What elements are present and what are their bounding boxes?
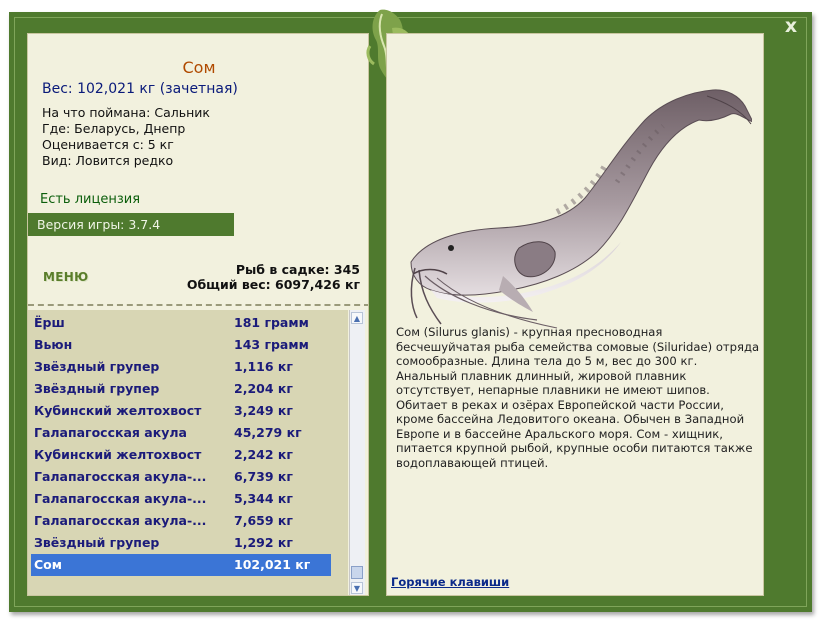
location-info: Где: Беларусь, Днепр bbox=[42, 121, 186, 136]
list-item[interactable]: Кубинский желтохвост 2,242 кг bbox=[31, 444, 331, 466]
menu-button[interactable]: МЕНЮ bbox=[43, 270, 88, 284]
fish-weight-value: 3,249 кг bbox=[234, 403, 293, 418]
fish-description-panel: Сом (Silurus glanis) - крупная пресновод… bbox=[386, 33, 764, 596]
rarity-info: Вид: Ловится редко bbox=[42, 153, 174, 168]
scroll-up-icon[interactable]: ▲ bbox=[351, 312, 363, 324]
list-item[interactable]: Звёздный групер 1,116 кг bbox=[31, 356, 331, 378]
fish-species: Галапагосская акула-... bbox=[34, 491, 207, 506]
value-info: Оценивается с: 5 кг bbox=[42, 137, 174, 152]
fish-species: Кубинский желтохвост bbox=[34, 447, 202, 462]
total-weight: Общий вес: 6097,426 кг bbox=[186, 277, 360, 292]
fish-species: Галапагосская акула-... bbox=[34, 513, 207, 528]
list-item[interactable]: Галапагосская акула-... 6,739 кг bbox=[31, 466, 331, 488]
fish-species: Ёрш bbox=[34, 315, 65, 330]
fish-species: Галапагосская акула-... bbox=[34, 469, 207, 484]
list-item[interactable]: Вьюн 143 грамм bbox=[31, 334, 331, 356]
list-item[interactable]: Галапагосская акула 45,279 кг bbox=[31, 422, 331, 444]
fish-weight-value: 1,116 кг bbox=[234, 359, 293, 374]
fish-species: Сом bbox=[34, 557, 62, 572]
panel-divider bbox=[373, 33, 382, 596]
fish-count: Рыб в садке: 345 bbox=[235, 262, 360, 277]
fish-species: Галапагосская акула bbox=[34, 425, 187, 440]
divider bbox=[28, 304, 368, 306]
fish-weight: Вес: 102,021 кг (зачетная) bbox=[42, 81, 238, 97]
list-item[interactable]: Ёрш 181 грамм bbox=[31, 312, 331, 334]
bait-info: На что поймана: Сальник bbox=[42, 105, 210, 120]
fish-weight-value: 7,659 кг bbox=[234, 513, 293, 528]
fish-description: Сом (Silurus glanis) - крупная пресновод… bbox=[396, 325, 760, 470]
catfish-image bbox=[410, 89, 752, 329]
fish-weight-value: 2,242 кг bbox=[234, 447, 293, 462]
list-item[interactable]: Звёздный групер 2,204 кг bbox=[31, 378, 331, 400]
fish-species: Звёздный групер bbox=[34, 359, 160, 374]
fish-species: Вьюн bbox=[34, 337, 73, 352]
fish-species: Звёздный групер bbox=[34, 535, 160, 550]
fish-weight-value: 45,279 кг bbox=[234, 425, 302, 440]
fish-weight-value: 102,021 кг bbox=[234, 557, 311, 572]
scroll-down-icon[interactable]: ▼ bbox=[351, 582, 363, 594]
list-scrollbar[interactable]: ▲ ▼ bbox=[349, 310, 365, 595]
fish-info-panel: Сом Вес: 102,021 кг (зачетная) На что по… bbox=[27, 33, 369, 596]
fish-weight-value: 181 грамм bbox=[234, 315, 309, 330]
fish-species: Кубинский желтохвост bbox=[34, 403, 202, 418]
fish-species: Звёздный групер bbox=[34, 381, 160, 396]
fish-name: Сом bbox=[182, 58, 216, 77]
close-button[interactable]: x bbox=[781, 16, 801, 36]
list-item[interactable]: Кубинский желтохвост 3,249 кг bbox=[31, 400, 331, 422]
version-bar: Версия игры: 3.7.4 bbox=[28, 213, 234, 236]
list-item[interactable]: Галапагосская акула-... 7,659 кг bbox=[31, 510, 331, 532]
fish-weight-value: 5,344 кг bbox=[234, 491, 293, 506]
list-item[interactable]: Сом 102,021 кг bbox=[31, 554, 331, 576]
list-item[interactable]: Звёздный групер 1,292 кг bbox=[31, 532, 331, 554]
fish-weight-value: 6,739 кг bbox=[234, 469, 293, 484]
fish-weight-value: 2,204 кг bbox=[234, 381, 293, 396]
catch-list[interactable]: Ёрш 181 грамм Вьюн 143 грамм Звёздный групер… bbox=[28, 310, 348, 595]
fish-weight-value: 1,292 кг bbox=[234, 535, 293, 550]
hotkeys-link[interactable]: Горячие клавиши bbox=[391, 575, 509, 589]
list-item[interactable]: Галапагосская акула-... 5,344 кг bbox=[31, 488, 331, 510]
scroll-thumb[interactable] bbox=[351, 566, 363, 579]
fish-weight-value: 143 грамм bbox=[234, 337, 309, 352]
license-status: Есть лицензия bbox=[40, 192, 141, 207]
